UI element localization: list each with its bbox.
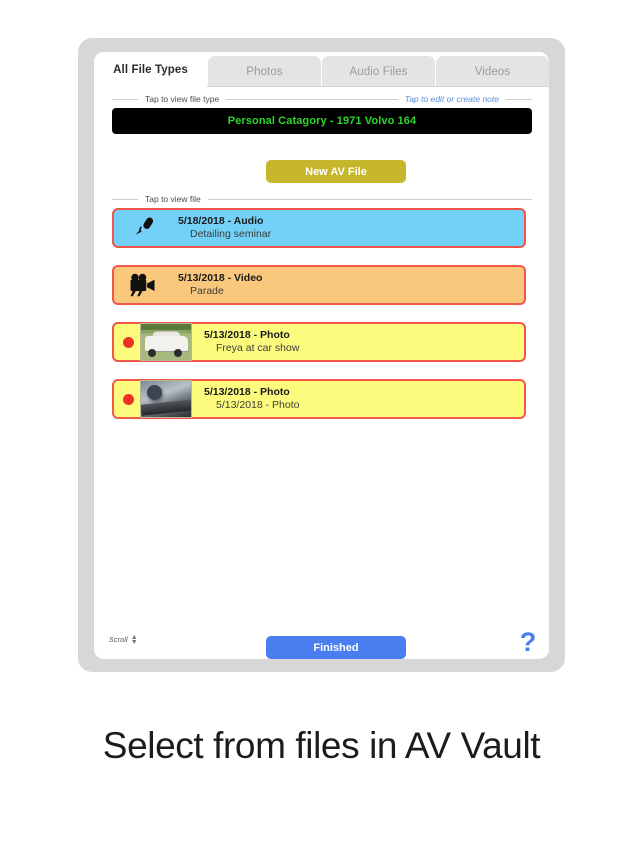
photo-thumbnail-car[interactable]	[140, 323, 192, 361]
tab-audio-files[interactable]: Audio Files	[322, 56, 435, 87]
category-label: Personal Catagory - 1971 Volvo 164	[227, 115, 417, 127]
tab-label: Photos	[246, 65, 283, 78]
category-bar[interactable]: Personal Catagory - 1971 Volvo 164	[112, 108, 532, 134]
tab-bar-active-gap	[94, 86, 207, 87]
scroll-stepper[interactable]: Scroll ▲ ▼	[109, 634, 138, 646]
tab-label: Audio Files	[349, 65, 408, 78]
tab-photos[interactable]: Photos	[208, 56, 321, 87]
file-row-video[interactable]: 5/13/2018 - Video Parade	[112, 265, 526, 305]
microphone-icon	[122, 215, 166, 241]
tab-bar: All File Types Photos Audio Files Videos	[94, 52, 549, 87]
help-icon[interactable]: ?	[516, 627, 540, 657]
divider-line	[207, 198, 532, 200]
thumbnail-detail	[148, 349, 156, 357]
scroll-label: Scroll	[109, 636, 128, 644]
chevron-down-icon[interactable]: ▼	[131, 639, 138, 646]
help-label: ?	[519, 626, 537, 657]
finished-button[interactable]: Finished	[266, 636, 406, 659]
stepper-arrows-icon[interactable]: ▲ ▼	[131, 634, 138, 646]
new-av-file-button[interactable]: New AV File	[266, 160, 406, 183]
finished-label: Finished	[313, 641, 359, 654]
thumbnail-detail	[147, 385, 162, 400]
file-subtitle: 5/13/2018 - Photo	[216, 399, 300, 411]
file-title: 5/13/2018 - Photo	[204, 328, 290, 341]
thumbnail-image	[141, 324, 191, 360]
file-row-audio[interactable]: 5/18/2018 - Audio Detailing seminar	[112, 208, 526, 248]
hint-view-file: Tap to view file	[145, 194, 201, 204]
file-row-text: 5/13/2018 - Video Parade	[178, 272, 262, 298]
divider-line	[112, 98, 138, 100]
tab-videos[interactable]: Videos	[436, 56, 549, 87]
file-row-text: 5/18/2018 - Audio Detailing seminar	[178, 215, 271, 241]
divider-line	[226, 98, 398, 100]
tab-label: All File Types	[113, 63, 188, 76]
new-av-file-label: New AV File	[305, 165, 367, 178]
file-subtitle: Detailing seminar	[190, 228, 272, 240]
hint-divider-list: Tap to view file	[112, 192, 532, 206]
thumbnail-image	[141, 381, 191, 417]
file-row-text: 5/13/2018 - Photo 5/13/2018 - Photo	[204, 386, 299, 412]
file-row-text: 5/13/2018 - Photo Freya at car show	[204, 329, 299, 355]
thumbnail-detail	[141, 399, 191, 416]
movie-camera-icon	[122, 273, 166, 297]
divider-line	[506, 98, 532, 100]
file-subtitle: Freya at car show	[216, 342, 300, 354]
app-panel: All File Types Photos Audio Files Videos…	[94, 52, 549, 659]
photo-thumbnail-indoor[interactable]	[140, 380, 192, 418]
hint-divider-top: Tap to view file type Tap to edit or cre…	[112, 92, 532, 106]
tab-all-file-types[interactable]: All File Types	[94, 52, 207, 87]
file-title: 5/18/2018 - Audio	[178, 214, 264, 227]
file-title: 5/13/2018 - Photo	[204, 385, 290, 398]
hint-edit-note[interactable]: Tap to edit or create note	[398, 94, 506, 104]
tab-label: Videos	[474, 65, 511, 78]
file-row-photo-1[interactable]: 5/13/2018 - Photo Freya at car show	[112, 322, 526, 362]
device-frame: All File Types Photos Audio Files Videos…	[78, 38, 565, 672]
thumbnail-detail	[174, 349, 182, 357]
file-row-photo-2[interactable]: 5/13/2018 - Photo 5/13/2018 - Photo	[112, 379, 526, 419]
unread-dot-icon	[123, 393, 134, 405]
file-title: 5/13/2018 - Video	[178, 271, 263, 284]
divider-line	[112, 198, 138, 200]
hint-file-type: Tap to view file type	[145, 94, 220, 104]
file-subtitle: Parade	[190, 285, 224, 297]
caption-text: Select from files in AV Vault	[102, 725, 541, 766]
unread-dot-icon	[123, 336, 134, 348]
file-list: 5/18/2018 - Audio Detailing seminar 5/13…	[112, 208, 532, 436]
